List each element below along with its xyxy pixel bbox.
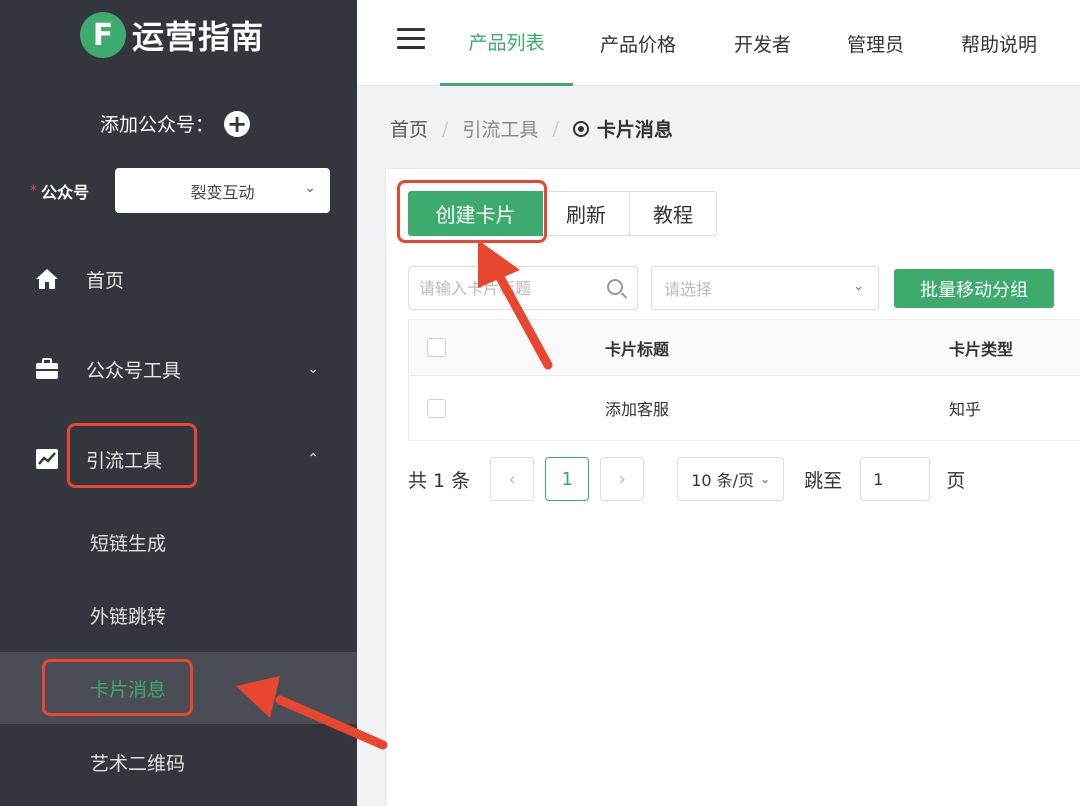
cell-title: 添加客服 (605, 400, 670, 419)
page-size-select[interactable]: 10 条/页 ⌄ (677, 457, 785, 501)
refresh-button[interactable]: 刷新 (543, 191, 630, 236)
tab-admin[interactable]: 管理员 (847, 0, 904, 86)
required-star: * (30, 182, 37, 199)
chevron-down-icon: ⌄ (304, 180, 316, 196)
sidebar-subitem-external-link[interactable]: 外链跳转 (0, 579, 357, 651)
sidebar-item-account-tools[interactable]: 公众号工具 ⌄ (0, 339, 357, 399)
search-input[interactable] (409, 267, 599, 309)
breadcrumb-current: 卡片消息 (572, 115, 673, 142)
add-account-label: 添加公众号： (100, 114, 215, 136)
chevron-down-icon: ⌄ (853, 279, 864, 294)
logo[interactable]: F 运营指南 (80, 10, 264, 60)
jump-label: 跳至 (804, 469, 843, 492)
table-row: 添加客服 知乎 (409, 376, 1080, 440)
breadcrumb: 首页 / 引流工具 / 卡片消息 (390, 115, 673, 142)
tab-developer[interactable]: 开发者 (734, 0, 791, 86)
page-number-button[interactable]: 1 (545, 457, 590, 501)
next-page-button[interactable]: › (600, 457, 645, 501)
logo-text: 运营指南 (132, 18, 265, 56)
card-table: 卡片标题 卡片类型 添加客服 知乎 (408, 319, 1080, 441)
top-header: 产品列表 产品价格 开发者 管理员 帮助说明 (357, 0, 1080, 86)
sidebar-subitem-label: 外链跳转 (90, 605, 167, 628)
highlight-box-card-message (42, 659, 193, 716)
card-title-search (408, 266, 638, 310)
tab-product-list[interactable]: 产品列表 (440, 0, 573, 86)
breadcrumb-current-label: 卡片消息 (596, 119, 673, 141)
chevron-down-icon: ⌄ (307, 361, 319, 377)
sidebar-subitem-label: 短链生成 (90, 532, 167, 555)
sidebar-subitem-label: 艺术二维码 (90, 752, 186, 775)
jump-page-input[interactable]: 1 (860, 457, 931, 501)
breadcrumb-separator: / (442, 117, 449, 140)
sidebar-subitem-art-qrcode[interactable]: 艺术二维码 (0, 726, 357, 798)
table-header-row: 卡片标题 卡片类型 (409, 320, 1080, 376)
briefcase-icon (34, 356, 60, 382)
sidebar-item-label: 首页 (86, 269, 125, 292)
menu-toggle-icon[interactable] (397, 28, 425, 50)
add-account-plus-icon[interactable]: + (224, 110, 251, 137)
home-icon (34, 266, 60, 292)
column-header-title: 卡片标题 (605, 339, 670, 359)
tutorial-button[interactable]: 教程 (630, 191, 717, 236)
page-size-value: 10 条/页 (691, 471, 755, 490)
pagination: 共 1 条 ‹ 1 › 10 条/页 ⌄ 跳至 1 页 (408, 457, 965, 501)
search-icon[interactable] (607, 279, 623, 295)
account-select-value: 裂变互动 (190, 182, 255, 202)
column-header-type: 卡片类型 (949, 339, 1014, 359)
account-label: 公众号 (41, 182, 90, 202)
breadcrumb-home[interactable]: 首页 (390, 115, 428, 142)
logo-mark-icon: F (80, 12, 126, 58)
sidebar-item-home[interactable]: 首页 (0, 249, 357, 309)
tab-help[interactable]: 帮助说明 (961, 0, 1037, 86)
chevron-down-icon: ⌄ (760, 472, 771, 486)
sidebar-item-label: 公众号工具 (86, 359, 182, 382)
line-chart-icon (34, 446, 60, 472)
tab-product-price[interactable]: 产品价格 (600, 0, 676, 86)
breadcrumb-separator: / (552, 117, 559, 140)
page-suffix-label: 页 (946, 469, 966, 492)
group-select-placeholder: 请选择 (664, 280, 713, 299)
account-select[interactable]: 裂变互动 ⌄ (115, 168, 330, 213)
add-account-row: 添加公众号： + (100, 110, 251, 137)
row-checkbox[interactable] (427, 398, 446, 418)
group-select[interactable]: 请选择 ⌄ (651, 266, 879, 310)
batch-move-group-button[interactable]: 批量移动分组 (894, 269, 1054, 308)
highlight-box-create-card (397, 180, 547, 243)
account-row: * 公众号 裂变互动 ⌄ (30, 168, 330, 213)
select-all-checkbox[interactable] (427, 338, 446, 357)
chevron-up-icon: ⌃ (307, 451, 319, 467)
prev-page-button[interactable]: ‹ (490, 457, 535, 501)
highlight-box-traffic-tools (67, 423, 197, 488)
breadcrumb-parent[interactable]: 引流工具 (462, 115, 538, 142)
cell-type: 知乎 (949, 400, 982, 419)
pagination-total: 共 1 条 (408, 469, 471, 492)
sidebar-subitem-short-link[interactable]: 短链生成 (0, 506, 357, 578)
target-icon (572, 120, 589, 137)
content-panel: 创建卡片 刷新 教程 请选择 ⌄ 批量移动分组 卡片标题 卡片类型 添加客服 知… (385, 168, 1080, 806)
